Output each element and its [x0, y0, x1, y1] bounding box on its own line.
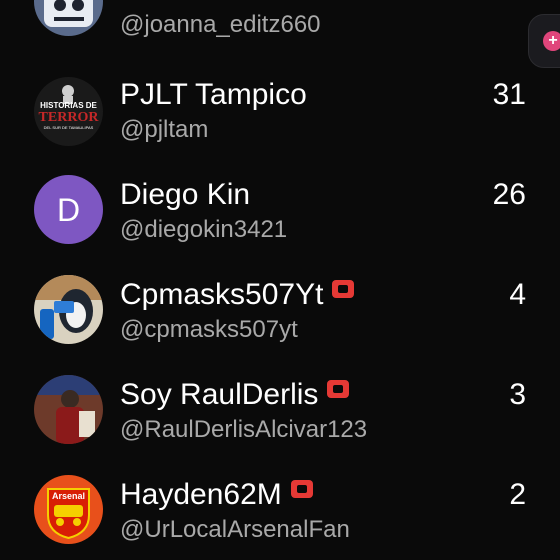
user-name-line: Joanna Editz	[120, 0, 324, 10]
user-name-line: Soy RaulDerlis	[120, 375, 350, 415]
avatar-crest-text: Arsenal	[52, 491, 85, 501]
user-display-name: Joanna Editz	[120, 0, 293, 10]
user-count: 2	[509, 478, 526, 511]
penguin-avatar-icon	[34, 275, 103, 344]
user-name-line: PJLT Tampico	[120, 75, 307, 115]
user-handle: @pjltam	[120, 116, 209, 143]
user-count: 4	[509, 278, 526, 311]
user-display-name: Hayden62M	[120, 478, 282, 511]
user-count: 31	[492, 78, 526, 111]
youtube-icon	[332, 280, 355, 298]
arsenal-crest-avatar-icon: Arsenal	[34, 475, 103, 544]
list-item[interactable]: Soy RaulDerlis @RaulDerlisAlcivar123 3	[0, 375, 560, 475]
list-item[interactable]: D Diego Kin @diegokin3421 26	[0, 175, 560, 275]
user-handle: @UrLocalArsenalFan	[120, 516, 350, 543]
user-display-name: Cpmasks507Yt	[120, 278, 324, 311]
list-item[interactable]: Arsenal Hayden62M @UrLocalArsenalFan 2	[0, 475, 560, 560]
user-count: 42	[493, 0, 526, 10]
letter-avatar-icon: D	[34, 175, 103, 244]
user-handle: @diegokin3421	[120, 216, 288, 243]
user-list: Joanna Editz @joanna_editz660 42 HISTORI…	[0, 0, 560, 560]
person-avatar-icon	[34, 375, 103, 444]
user-name-line: Diego Kin	[120, 175, 250, 215]
user-name-line: Cpmasks507Yt	[120, 275, 355, 315]
user-handle: @RaulDerlisAlcivar123	[120, 416, 368, 443]
avatar-text-bottom: DEL SUR DE TAMAULIPAS	[44, 125, 94, 130]
robot-avatar-icon	[34, 0, 103, 36]
user-name-line: Hayden62M	[120, 475, 313, 515]
user-display-name: PJLT Tampico	[120, 78, 307, 111]
youtube-icon	[327, 380, 350, 398]
list-item[interactable]: HISTORIAS DE TERROR DEL SUR DE TAMAULIPA…	[0, 75, 560, 175]
avatar-letter: D	[57, 192, 80, 228]
user-count: 26	[492, 178, 526, 211]
list-item[interactable]: Cpmasks507Yt @cpmasks507yt 4	[0, 275, 560, 375]
avatar-text-mid: TERROR	[39, 110, 100, 125]
horror-logo-avatar-icon: HISTORIAS DE TERROR DEL SUR DE TAMAULIPA…	[34, 77, 103, 146]
user-handle: @joanna_editz660	[120, 11, 321, 38]
list-item[interactable]: Joanna Editz @joanna_editz660 42	[0, 0, 560, 80]
plus-icon: +	[543, 31, 560, 51]
user-handle: @cpmasks507yt	[120, 316, 298, 343]
youtube-icon	[290, 480, 313, 498]
user-count: 3	[509, 378, 526, 411]
user-display-name: Diego Kin	[120, 178, 251, 211]
avatar-text-top: HISTORIAS DE	[40, 101, 97, 110]
user-display-name: Soy RaulDerlis	[120, 378, 319, 411]
floating-action-button[interactable]: +	[528, 14, 560, 68]
